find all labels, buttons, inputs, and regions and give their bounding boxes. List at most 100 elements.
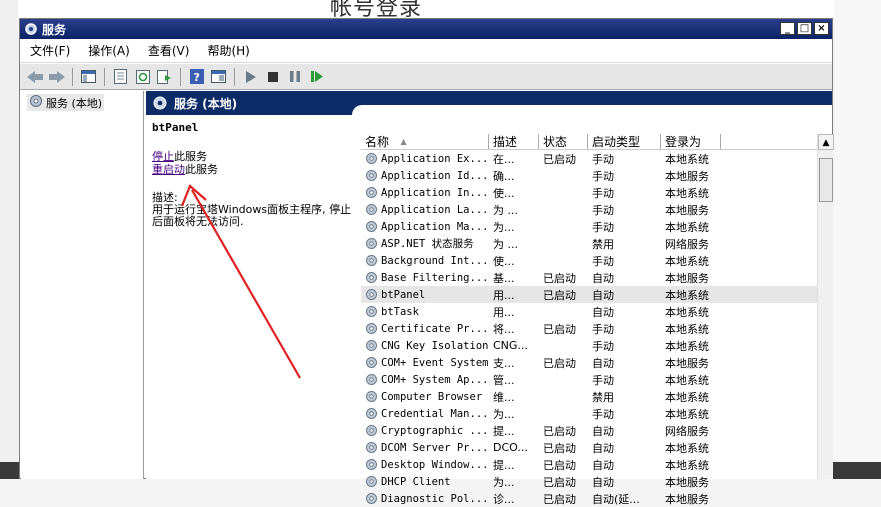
service-gear-icon (365, 186, 379, 199)
menu-file[interactable]: 文件(F) (30, 42, 70, 59)
service-description-cell: 为... (493, 475, 515, 489)
table-row[interactable]: Credential Man... 为... 手动 本地系统 (361, 405, 817, 422)
table-row[interactable]: Diagnostic Pol... 诊... 已启动 自动(延... 本地服务 (361, 490, 817, 507)
service-gear-icon (365, 237, 379, 250)
service-startup-type-cell: 禁用 (592, 237, 614, 251)
service-description-cell: 基... (493, 271, 515, 285)
column-header-log-on-as[interactable]: 登录为 (661, 134, 721, 149)
service-startup-type-cell: 自动 (592, 288, 614, 302)
restart-service-icon[interactable] (307, 67, 326, 86)
table-row[interactable]: COM+ System Ap... 管... 手动 本地系统 (361, 371, 817, 388)
table-row[interactable]: Certificate Pr... 将... 已启动 手动 本地系统 (361, 320, 817, 337)
table-row[interactable]: Application La... 为 ... 手动 本地服务 (361, 201, 817, 218)
table-row[interactable]: btTask 用... 自动 本地系统 (361, 303, 817, 320)
export-list-icon[interactable] (155, 67, 174, 86)
service-gear-icon (365, 203, 379, 216)
refresh-icon[interactable] (133, 67, 152, 86)
toolbar-divider (180, 67, 181, 86)
vertical-scrollbar[interactable]: ▲ (817, 134, 834, 479)
menu-action[interactable]: 操作(A) (88, 42, 130, 59)
close-button[interactable]: × (814, 22, 829, 35)
gear-icon (29, 94, 43, 111)
properties-icon[interactable] (111, 67, 130, 86)
service-log-on-as-cell: 本地系统 (665, 220, 709, 234)
service-name: btPanel (381, 288, 426, 301)
back-icon[interactable] (25, 67, 44, 86)
menu-view[interactable]: 查看(V) (148, 42, 190, 59)
table-row[interactable]: Cryptographic ... 提... 已启动 自动 网络服务 (361, 422, 817, 439)
table-row[interactable]: Computer Browser 维... 禁用 本地系统 (361, 388, 817, 405)
scroll-thumb[interactable] (819, 158, 833, 202)
service-name: Credential Man... (381, 407, 489, 420)
start-service-icon[interactable] (241, 67, 260, 86)
table-row[interactable]: Application Ma... 为... 手动 本地系统 (361, 218, 817, 235)
column-header-description[interactable]: 描述 (489, 134, 539, 149)
service-startup-type-cell: 手动 (592, 186, 614, 200)
service-description-cell: CNG... (493, 339, 528, 352)
table-row[interactable]: btPanel 用... 已启动 自动 本地系统 (361, 286, 817, 303)
service-name-cell: DHCP Client (361, 475, 489, 488)
stop-link-suffix: 此服务 (174, 150, 207, 163)
service-description-cell: 提... (493, 458, 515, 472)
service-status-cell: 已启动 (543, 475, 576, 489)
table-row[interactable]: Application In... 使... 手动 本地系统 (361, 184, 817, 201)
minimize-button[interactable]: _ (780, 22, 795, 35)
service-name-cell: Computer Browser (361, 390, 489, 403)
service-status-cell: 已启动 (543, 288, 576, 302)
table-row[interactable]: Desktop Window... 提... 已启动 自动 本地系统 (361, 456, 817, 473)
service-startup-type-cell: 自动 (592, 424, 614, 438)
scroll-up-arrow-icon[interactable]: ▲ (818, 134, 834, 150)
table-row[interactable]: ASP.NET 状态服务 为 ... 禁用 网络服务 (361, 235, 817, 252)
table-row[interactable]: DCOM Server Pr... DCO... 已启动 自动 本地系统 (361, 439, 817, 456)
table-row[interactable]: COM+ Event System 支... 已启动 自动 本地服务 (361, 354, 817, 371)
table-row[interactable]: Background Int... 使... 手动 本地系统 (361, 252, 817, 269)
service-description-cell: 使... (493, 186, 515, 200)
service-name-cell: Credential Man... (361, 407, 489, 420)
service-log-on-as-cell: 本地服务 (665, 203, 709, 217)
service-name: Diagnostic Pol... (381, 492, 489, 505)
menu-help[interactable]: 帮助(H) (207, 42, 249, 59)
service-gear-icon (365, 424, 379, 437)
service-gear-icon (365, 305, 379, 318)
service-description-cell: 使... (493, 254, 515, 268)
column-header-startup-type[interactable]: 启动类型 (588, 134, 661, 149)
column-header-name[interactable]: 名称 ▲ (361, 134, 489, 149)
table-row[interactable]: Application Ex... 在... 已启动 手动 本地系统 (361, 150, 817, 167)
service-gear-icon (365, 475, 379, 488)
restart-service-link[interactable]: 重启动 (152, 163, 185, 176)
service-log-on-as-cell: 本地服务 (665, 356, 709, 370)
tree-item-services-local[interactable]: 服务 (本地) (27, 94, 105, 111)
service-name: Certificate Pr... (381, 322, 489, 335)
service-gear-icon (365, 492, 379, 505)
service-gear-icon (365, 339, 379, 352)
table-row[interactable]: Application Id... 确... 手动 本地服务 (361, 167, 817, 184)
service-gear-icon (365, 356, 379, 369)
selected-service-name: btPanel (152, 121, 199, 134)
column-header-status[interactable]: 状态 (539, 134, 588, 149)
svg-text:?: ? (193, 71, 199, 84)
tree-item-label: 服务 (本地) (46, 96, 103, 110)
service-log-on-as-cell: 本地服务 (665, 271, 709, 285)
gear-icon (24, 22, 38, 36)
service-log-on-as-cell: 网络服务 (665, 424, 709, 438)
service-startup-type-cell: 自动 (592, 305, 614, 319)
window-title: 服务 (42, 22, 67, 37)
maximize-button[interactable]: □ (797, 22, 812, 35)
table-row[interactable]: DHCP Client 为... 已启动 自动 本地服务 (361, 473, 817, 490)
service-name-cell: Certificate Pr... (361, 322, 489, 335)
table-row[interactable]: CNG Key Isolation CNG... 手动 本地系统 (361, 337, 817, 354)
forward-icon[interactable] (47, 67, 66, 86)
service-description-cell: 在... (493, 152, 515, 166)
service-gear-icon (365, 322, 379, 335)
service-name-cell: Application Ex... (361, 152, 489, 165)
help-icon[interactable]: ? (187, 67, 206, 86)
table-row[interactable]: Base Filtering... 基... 已启动 自动 本地服务 (361, 269, 817, 286)
console-tree-icon[interactable] (79, 67, 98, 86)
pause-service-icon[interactable] (285, 67, 304, 86)
service-description-cell: 提... (493, 424, 515, 438)
window-title-bar[interactable]: 服务 _ □ × (20, 19, 832, 39)
stop-service-icon[interactable] (263, 67, 282, 86)
stop-service-link[interactable]: 停止 (152, 150, 174, 163)
mmc-view-icon[interactable] (209, 67, 228, 86)
service-gear-icon (365, 288, 379, 301)
